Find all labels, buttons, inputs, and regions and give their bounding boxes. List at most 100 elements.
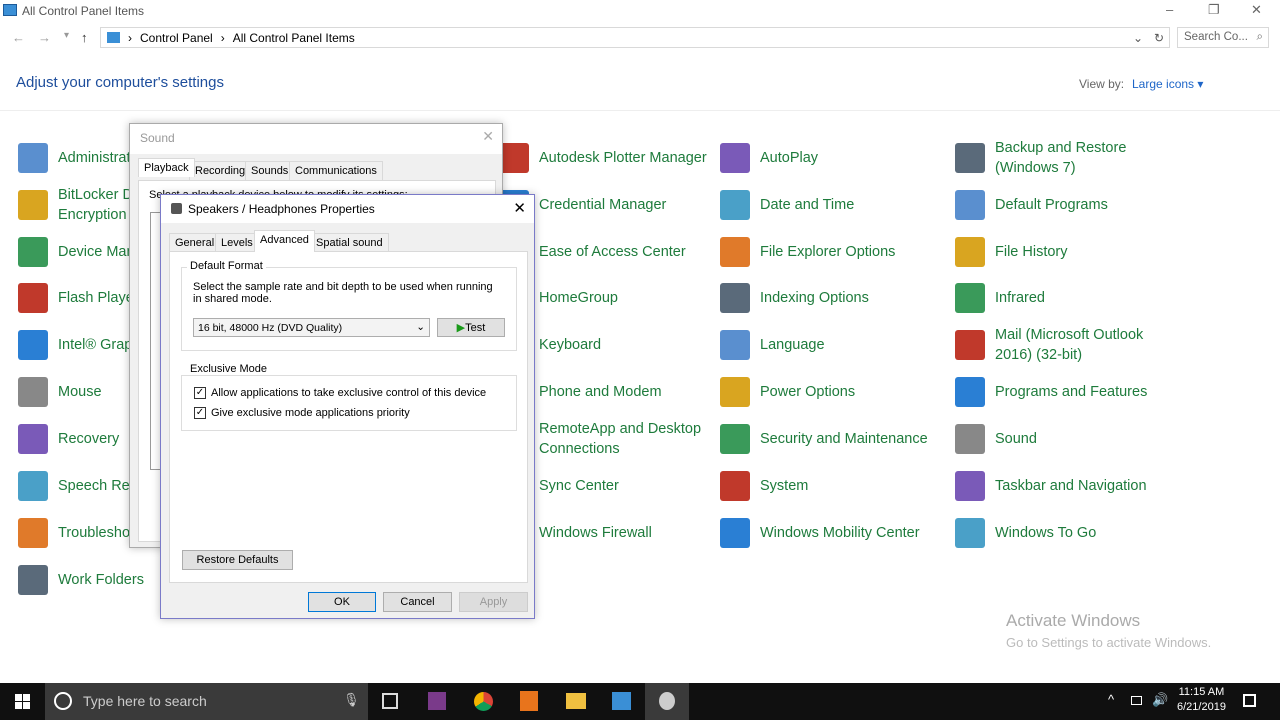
recent-locations-button[interactable]: ▾ (64, 30, 69, 41)
cancel-button[interactable]: Cancel (383, 592, 452, 612)
sound-taskbar-button[interactable] (645, 683, 689, 720)
control-panel-taskbar-icon[interactable] (612, 692, 631, 710)
item-label: Taskbar and Navigation (995, 478, 1147, 494)
sound-icon (659, 692, 675, 710)
control-panel-item[interactable]: Date and Time (720, 185, 854, 225)
control-panel-item[interactable]: Infrared (955, 278, 1045, 318)
tab-communications[interactable]: Communications (289, 161, 383, 181)
checkbox-checked[interactable]: ✓ (194, 407, 206, 419)
restore-defaults-button[interactable]: Restore Defaults (182, 550, 293, 570)
properties-close-button[interactable]: ✕ (513, 199, 526, 217)
item-label: Sound (995, 431, 1037, 447)
tab-spatial-sound[interactable]: Spatial sound (310, 233, 389, 253)
sound-close-button[interactable]: ✕ (482, 128, 494, 145)
start-button[interactable] (15, 694, 30, 709)
control-panel-item[interactable]: Windows Mobility Center (720, 513, 920, 553)
format-select[interactable]: 16 bit, 48000 Hz (DVD Quality) ⌄ (193, 318, 430, 337)
forward-button[interactable]: → (38, 30, 51, 45)
activation-watermark-sub: Go to Settings to activate Windows. (1006, 635, 1212, 650)
microphone-icon[interactable]: 🎙 (343, 692, 360, 708)
tab-advanced[interactable]: Advanced (254, 230, 315, 252)
tab-recording[interactable]: Recording (189, 161, 252, 181)
apply-button[interactable]: Apply (459, 592, 528, 612)
tab-general[interactable]: General (169, 233, 221, 253)
exclusive-priority-option[interactable]: ✓ Give exclusive mode applications priori… (194, 407, 410, 419)
up-button[interactable]: ↑ (81, 30, 88, 45)
ok-button[interactable]: OK (308, 592, 376, 612)
item-icon (720, 190, 750, 220)
control-panel-item[interactable]: Work Folders (18, 560, 144, 600)
volume-icon[interactable]: 🔊 (1152, 692, 1168, 708)
control-panel-item[interactable]: Mail (Microsoft Outlook 2016) (32-bit) (955, 325, 1165, 365)
tab-sounds[interactable]: Sounds (245, 161, 295, 181)
close-button[interactable]: ✕ (1251, 2, 1262, 18)
restore-button[interactable]: ❐ (1208, 2, 1220, 18)
tab-playback[interactable]: Playback (138, 158, 195, 177)
exclusive-control-option[interactable]: ✓ Allow applications to take exclusive co… (194, 387, 486, 399)
control-panel-item[interactable]: Backup and Restore (Windows 7) (955, 138, 1165, 178)
item-icon (955, 471, 985, 501)
window-title: All Control Panel Items (22, 4, 145, 18)
address-dropdown-icon[interactable]: ⌄ (1133, 31, 1143, 45)
checkbox-checked[interactable]: ✓ (194, 387, 206, 399)
address-bar[interactable]: › Control Panel › All Control Panel Item… (100, 27, 1170, 48)
control-panel-item[interactable]: Default Programs (955, 185, 1108, 225)
speakers-properties-dialog: Speakers / Headphones Properties ✕ Gener… (160, 194, 535, 619)
notifications-icon[interactable] (1243, 694, 1256, 707)
control-panel-item[interactable]: Security and Maintenance (720, 419, 928, 459)
control-panel-item[interactable]: System (720, 466, 808, 506)
winrar-icon[interactable] (428, 692, 446, 710)
item-icon (720, 471, 750, 501)
item-icon (18, 237, 48, 267)
test-label: Test (465, 322, 486, 334)
view-by-dropdown[interactable]: Large icons ▾ (1132, 77, 1203, 91)
control-panel-item[interactable]: File History (955, 232, 1068, 272)
show-hidden-icons[interactable]: ^ (1108, 692, 1114, 707)
item-icon (955, 330, 985, 360)
item-label: Windows Firewall (539, 525, 652, 541)
control-panel-item[interactable]: Recovery (18, 419, 119, 459)
file-explorer-icon[interactable] (566, 693, 586, 709)
control-panel-item[interactable]: Indexing Options (720, 278, 869, 318)
item-label: RemoteApp and Desktop Connections (539, 421, 702, 457)
control-panel-item[interactable]: Taskbar and Navigation (955, 466, 1147, 506)
default-format-legend: Default Format (187, 260, 266, 272)
item-icon (499, 143, 529, 173)
taskbar-search-box[interactable]: Type here to search 🎙 (45, 683, 368, 720)
refresh-icon[interactable]: ↻ (1154, 31, 1164, 45)
control-panel-item[interactable]: File Explorer Options (720, 232, 895, 272)
control-panel-item[interactable]: AutoPlay (720, 138, 818, 178)
control-panel-item[interactable]: Windows To Go (955, 513, 1096, 553)
item-icon (18, 471, 48, 501)
item-label: Ease of Access Center (539, 244, 686, 260)
item-label: File Explorer Options (760, 244, 896, 260)
tab-levels[interactable]: Levels (215, 233, 259, 253)
clock[interactable]: 11:15 AM 6/21/2019 (1177, 686, 1226, 713)
minimize-button[interactable]: – (1166, 2, 1173, 17)
breadcrumb-all-items[interactable]: All Control Panel Items (233, 31, 355, 45)
search-placeholder: Search Co... (1184, 31, 1248, 43)
clock-time: 11:15 AM (1178, 686, 1225, 698)
item-label: Default Programs (995, 197, 1108, 213)
chrome-icon[interactable] (474, 692, 493, 711)
control-panel-item[interactable]: Power Options (720, 372, 855, 412)
item-icon (955, 377, 985, 407)
properties-dialog-title: Speakers / Headphones Properties (188, 202, 375, 216)
control-panel-item[interactable]: Language (720, 325, 825, 365)
battery-icon[interactable] (1131, 696, 1142, 705)
test-button[interactable]: ▶Test (437, 318, 505, 337)
control-panel-item[interactable]: Mouse (18, 372, 102, 412)
item-icon (18, 283, 48, 313)
breadcrumb-control-panel[interactable]: Control Panel (140, 31, 213, 45)
control-panel-item[interactable]: Sound (955, 419, 1037, 459)
item-label: AutoPlay (760, 150, 819, 166)
control-panel-item[interactable]: Autodesk Plotter Manager (499, 138, 707, 178)
task-view-icon[interactable] (382, 693, 398, 709)
back-button[interactable]: ← (12, 30, 25, 45)
control-panel-item[interactable]: Programs and Features (955, 372, 1147, 412)
search-input[interactable]: Search Co... ⌕ (1177, 27, 1269, 48)
app-icon-orange[interactable] (520, 691, 538, 711)
cortana-icon (54, 692, 72, 710)
item-label: HomeGroup (539, 290, 618, 306)
control-panel-icon (107, 32, 120, 43)
